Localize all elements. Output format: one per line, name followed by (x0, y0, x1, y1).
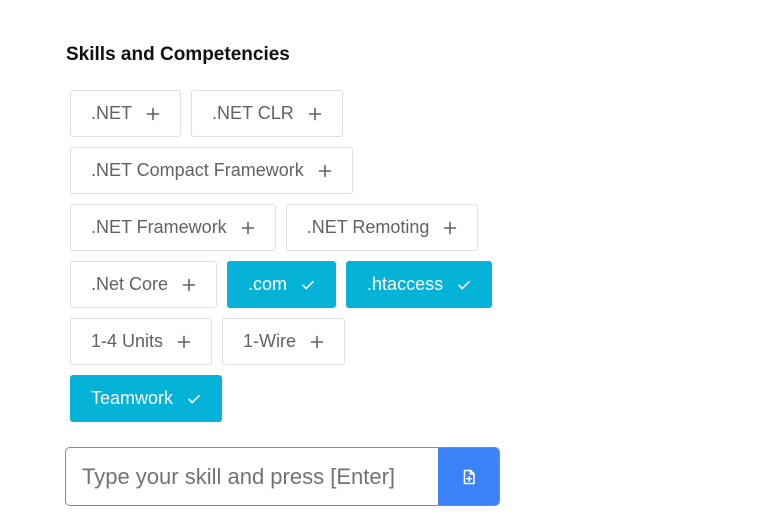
skill-chip[interactable]: .NET Remoting (285, 204, 479, 251)
skill-chip[interactable]: 1-4 Units (70, 318, 213, 365)
skill-chip-label: .htaccess (367, 274, 444, 294)
skill-chip-label: .NET (91, 103, 133, 123)
plus-icon (146, 107, 160, 120)
check-icon (302, 280, 314, 289)
skill-chip[interactable]: .htaccess (346, 261, 493, 308)
skill-chip-label: .NET CLR (212, 103, 294, 123)
skill-chip[interactable]: .NET Compact Framework (70, 147, 353, 194)
skills-row: .NET Framework .NET Remoting (70, 204, 510, 251)
skill-input[interactable] (66, 448, 438, 505)
skills-row: .NET Compact Framework (70, 147, 510, 194)
skills-row: .Net Core .com .htaccess (70, 261, 510, 308)
skill-chip[interactable]: 1-Wire (222, 318, 346, 365)
skills-row: .NET .NET CLR (70, 90, 510, 137)
section-title: Skills and Competencies (66, 44, 290, 65)
file-plus-icon (463, 469, 475, 484)
skill-chip-label: 1-Wire (243, 331, 297, 351)
skill-chip-label: .NET Compact Framework (91, 160, 304, 180)
skill-chip[interactable]: .Net Core (70, 261, 218, 308)
plus-icon (177, 335, 191, 348)
skill-input-group (65, 447, 500, 506)
plus-icon (182, 278, 196, 291)
skills-row: Teamwork (70, 375, 510, 422)
skill-chip[interactable]: .NET (70, 90, 182, 137)
plus-icon (241, 221, 254, 234)
plus-icon (444, 221, 457, 234)
skill-chip-label: Teamwork (91, 388, 174, 408)
skill-chip[interactable]: Teamwork (70, 375, 223, 422)
add-skill-button[interactable] (438, 448, 499, 505)
skill-chip[interactable]: .NET CLR (191, 90, 343, 137)
skill-chip[interactable]: .NET Framework (70, 204, 276, 251)
skill-chip-label: .NET Remoting (306, 217, 430, 237)
check-icon (458, 280, 470, 289)
plus-icon (318, 164, 332, 177)
skills-row: 1-4 Units 1-Wire (70, 318, 510, 365)
plus-icon (310, 335, 324, 348)
skill-chip-label: .Net Core (91, 274, 169, 294)
check-icon (188, 394, 200, 403)
skill-chip-label: .com (248, 274, 288, 294)
skills-list: .NET .NET CLR .NET Compact Framework .NE… (70, 90, 510, 432)
skill-chip-label: 1-4 Units (91, 331, 164, 351)
skill-chip-label: .NET Framework (91, 217, 227, 237)
skill-chip[interactable]: .com (227, 261, 337, 308)
plus-icon (308, 107, 322, 120)
